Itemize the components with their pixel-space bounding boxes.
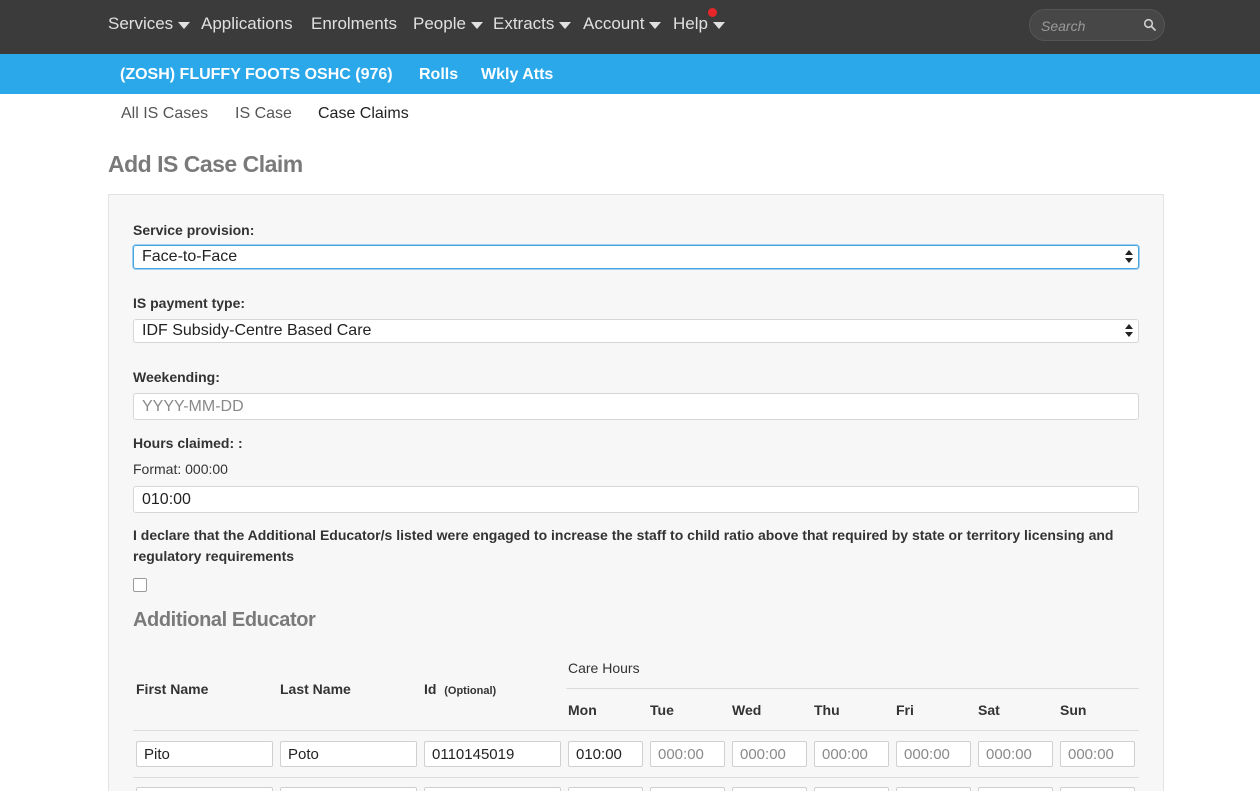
- subnav-is-case[interactable]: IS Case: [235, 105, 292, 123]
- additional-educator-heading: Additional Educator: [133, 609, 316, 631]
- col-id: Id (Optional): [424, 681, 496, 697]
- wed-hours-input[interactable]: [732, 741, 807, 767]
- col-care-hours: Care Hours: [568, 660, 640, 676]
- context-bar: (ZOSH) FLUFFY FOOTS OSHC (976) Rolls Wkl…: [0, 54, 1260, 94]
- nav-applications-label: Applications: [201, 14, 293, 33]
- mon-hours-input[interactable]: [568, 787, 643, 791]
- payment-type-label: IS payment type:: [133, 295, 246, 311]
- select-arrows-icon: [1125, 324, 1133, 338]
- chevron-down-icon: [559, 21, 572, 29]
- top-navbar: Services Applications Enrolments People …: [0, 0, 1260, 54]
- sun-hours-input[interactable]: [1060, 787, 1135, 791]
- search-icon[interactable]: [1143, 18, 1157, 32]
- nav-extracts-label: Extracts: [493, 14, 555, 33]
- col-tue: Tue: [650, 702, 674, 718]
- col-sun: Sun: [1060, 702, 1087, 718]
- search-input[interactable]: [1041, 16, 1136, 36]
- nav-people-label: People: [413, 14, 466, 33]
- table-header-divider: [133, 730, 1139, 731]
- chevron-down-icon: [178, 21, 191, 29]
- tue-hours-input[interactable]: [650, 787, 725, 791]
- nav-account-label: Account: [583, 14, 645, 33]
- last-name-input[interactable]: [280, 787, 417, 791]
- last-name-input[interactable]: [280, 741, 417, 767]
- fri-hours-input[interactable]: [896, 741, 971, 767]
- id-input[interactable]: [424, 787, 561, 791]
- first-name-input[interactable]: [136, 741, 273, 767]
- col-last-name: Last Name: [280, 681, 351, 697]
- sat-hours-input[interactable]: [978, 741, 1053, 767]
- chevron-down-icon: [712, 21, 725, 29]
- select-arrows-icon: [1125, 250, 1133, 264]
- col-wed: Wed: [732, 702, 762, 718]
- col-thu: Thu: [814, 702, 840, 718]
- payment-type-value: IDF Subsidy-Centre Based Care: [142, 322, 372, 339]
- weekending-label: Weekending:: [133, 369, 220, 385]
- thu-hours-input[interactable]: [814, 741, 889, 767]
- col-sat: Sat: [978, 702, 1000, 718]
- hours-format-note: Format: 000:00: [133, 461, 228, 477]
- nav-services-label: Services: [108, 14, 174, 33]
- hours-claimed-label: Hours claimed: :: [133, 435, 243, 451]
- table-row-divider: [133, 777, 1139, 778]
- subnav-case-claims[interactable]: Case Claims: [318, 105, 409, 123]
- chevron-down-icon: [649, 21, 662, 29]
- service-provision-select[interactable]: Face-to-Face: [133, 245, 1139, 269]
- fri-hours-input[interactable]: [896, 787, 971, 791]
- nav-help-label: Help: [673, 14, 708, 33]
- nav-help[interactable]: Help: [673, 14, 725, 34]
- col-fri: Fri: [896, 702, 914, 718]
- weekending-input[interactable]: [133, 393, 1139, 420]
- declaration-checkbox[interactable]: [133, 578, 147, 592]
- care-hours-divider: [566, 688, 1139, 689]
- payment-type-select[interactable]: IDF Subsidy-Centre Based Care: [133, 319, 1139, 343]
- declaration-text: I declare that the Additional Educator/s…: [133, 527, 1114, 564]
- page-title: Add IS Case Claim: [108, 151, 303, 177]
- nav-extracts[interactable]: Extracts: [493, 14, 572, 34]
- wkly-atts-link[interactable]: Wkly Atts: [481, 66, 553, 84]
- nav-enrolments[interactable]: Enrolments: [311, 14, 397, 34]
- id-input[interactable]: [424, 741, 561, 767]
- sun-hours-input[interactable]: [1060, 741, 1135, 767]
- nav-people[interactable]: People: [413, 14, 483, 34]
- col-id-label: Id: [424, 681, 437, 697]
- rolls-link[interactable]: Rolls: [419, 66, 458, 84]
- mon-hours-input[interactable]: [568, 741, 643, 767]
- nav-applications[interactable]: Applications: [201, 14, 293, 34]
- nav-services[interactable]: Services: [108, 14, 191, 34]
- first-name-input[interactable]: [136, 787, 273, 791]
- tue-hours-input[interactable]: [650, 741, 725, 767]
- search-box: [1029, 9, 1165, 41]
- service-name-link[interactable]: (ZOSH) FLUFFY FOOTS OSHC (976): [120, 66, 393, 84]
- nav-enrolments-label: Enrolments: [311, 14, 397, 33]
- col-id-note: (Optional): [444, 685, 497, 697]
- subnav-all-is-cases[interactable]: All IS Cases: [121, 105, 208, 123]
- wed-hours-input[interactable]: [732, 787, 807, 791]
- sat-hours-input[interactable]: [978, 787, 1053, 791]
- hours-claimed-input[interactable]: [133, 486, 1139, 513]
- thu-hours-input[interactable]: [814, 787, 889, 791]
- notification-dot: [708, 8, 717, 17]
- nav-account[interactable]: Account: [583, 14, 662, 34]
- chevron-down-icon: [470, 21, 483, 29]
- service-provision-value: Face-to-Face: [142, 248, 238, 265]
- col-first-name: First Name: [136, 681, 209, 697]
- service-provision-label: Service provision:: [133, 222, 255, 238]
- col-mon: Mon: [568, 702, 597, 718]
